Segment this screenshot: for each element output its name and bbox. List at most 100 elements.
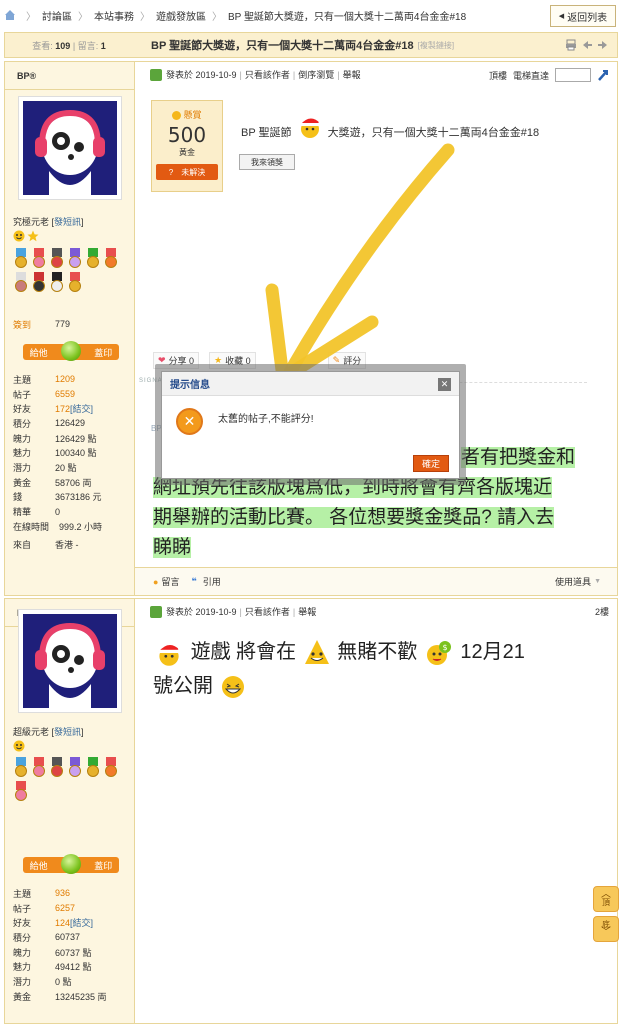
next-thread-icon[interactable] bbox=[597, 39, 609, 51]
stat-label: 來自 bbox=[13, 540, 32, 551]
stat-row: 錢 3673186 元 bbox=[13, 490, 102, 505]
rank-title: 超級元老 bbox=[13, 727, 50, 737]
send-message-link[interactable]: 發短訊 bbox=[54, 727, 81, 737]
user-stats: 主題 1209 帖子 6559 好友 172 [結交] 積分 126429 魄力 12642… bbox=[13, 372, 102, 552]
views-count: 109 bbox=[55, 40, 71, 51]
breadcrumb-item[interactable]: 討論區 bbox=[42, 8, 72, 23]
stat-value[interactable]: 6257 bbox=[55, 903, 75, 913]
body-segment: 12月21 bbox=[460, 641, 525, 663]
avatar[interactable] bbox=[18, 609, 122, 713]
medal-icon bbox=[49, 248, 65, 270]
floor-nav: 頂樓 電梯直達 bbox=[489, 68, 609, 82]
post-text: BP 聖誕節 大獎遊，只有一個大獎十二萬両4台金金#18 bbox=[241, 118, 539, 140]
stat-value[interactable]: 172 bbox=[55, 404, 70, 414]
stat-row: 黃金 58706 両 bbox=[13, 475, 102, 490]
stat-row: 積分 126429 bbox=[13, 416, 102, 431]
reward-status: 未解決 bbox=[181, 167, 206, 177]
give-stamp-bar: 給他 蓋印 bbox=[23, 341, 119, 361]
print-icon[interactable] bbox=[565, 39, 577, 51]
medal-icon bbox=[67, 272, 83, 294]
go-arrow-icon[interactable] bbox=[597, 69, 609, 81]
send-message-link[interactable]: 發短訊 bbox=[54, 217, 81, 227]
claim-reward-button[interactable]: 我來領獎 bbox=[239, 154, 295, 170]
floor-jump-input[interactable] bbox=[555, 68, 591, 82]
smiley-icon bbox=[13, 740, 25, 752]
quote-link[interactable]: 引用 bbox=[203, 575, 221, 588]
stamp-button[interactable]: 蓋印 bbox=[94, 346, 112, 359]
stat-row: 潛力 20 點 bbox=[13, 460, 102, 475]
question-icon: ? bbox=[168, 167, 174, 177]
stat-row: 在線時間 999.2 小時 bbox=[13, 519, 102, 534]
only-author-link[interactable]: 只看該作者 bbox=[245, 68, 290, 81]
copy-link[interactable]: [複製鏈接] bbox=[418, 40, 454, 51]
stat-label: 積分 bbox=[13, 418, 32, 429]
reverse-order-link[interactable]: 倒序瀏覽 bbox=[298, 68, 334, 81]
stat-value[interactable]: 936 bbox=[55, 888, 70, 898]
ghost-headphones-icon bbox=[35, 109, 105, 195]
jump-label: 電梯直達 bbox=[512, 70, 549, 81]
stat-label: 主題 bbox=[13, 374, 32, 385]
author-sidebar: BP® 究極元老 [發短訊] 簽到 779 給他 蓋印 主題 1209 帖子 6… bbox=[5, 62, 135, 595]
chevron-down-icon: ﹀ bbox=[601, 927, 611, 938]
report-link[interactable]: 舉報 bbox=[298, 605, 316, 618]
author-name[interactable]: BP® bbox=[5, 62, 134, 90]
confirm-button[interactable]: 確定 bbox=[413, 455, 449, 472]
meta-divider: | bbox=[239, 69, 242, 80]
meta-divider: | bbox=[292, 606, 296, 617]
body-segment: 無賭不歡 bbox=[337, 641, 418, 663]
post-meta: 發表於 2019-10-9 | 只看該作者 | 倒序瀏覽 | 舉報 bbox=[150, 68, 361, 81]
reply-link[interactable]: 留言 bbox=[161, 575, 179, 588]
body-line: 睇睇 bbox=[153, 537, 192, 558]
give-button[interactable]: 給他 bbox=[30, 346, 48, 359]
report-link[interactable]: 舉報 bbox=[343, 68, 361, 81]
stat-row: 好友 124 [結交] bbox=[13, 915, 107, 930]
stat-label: 魅力 bbox=[13, 448, 32, 459]
floor-number: 2樓 bbox=[594, 607, 609, 617]
replies-count: 1 bbox=[100, 40, 106, 51]
give-stamp-bar: 給他 蓋印 bbox=[23, 854, 119, 874]
use-tools-link[interactable]: 使用道具 bbox=[555, 575, 591, 588]
post-date: 發表於 2019-10-9 bbox=[166, 607, 237, 617]
medal-icon bbox=[13, 248, 29, 270]
dialog-message: 太舊的帖子,不能評分! bbox=[218, 414, 314, 425]
caret-left-icon: ◀ bbox=[558, 13, 565, 20]
stat-value[interactable]: 124 bbox=[55, 918, 70, 928]
post-date: 發表於 2019-10-9 bbox=[166, 70, 237, 80]
scroll-bottom-button[interactable]: 底 ﹀ bbox=[593, 916, 619, 942]
stat-value[interactable]: 6559 bbox=[55, 389, 75, 399]
medal-icon bbox=[67, 248, 83, 270]
thread-title-bar: 查看: 109 | 留言: 1 BP 聖誕節大獎遊，只有一個大獎十二萬両4台金金… bbox=[4, 32, 618, 58]
return-to-list-button[interactable]: ◀ 返回列表 bbox=[550, 5, 616, 27]
add-friend-link[interactable]: [結交] bbox=[70, 402, 93, 415]
medal-icon bbox=[31, 248, 47, 270]
breadcrumb-item[interactable]: BP 聖誕節大獎遊，只有一個大獎十二萬両4台金金#18 bbox=[228, 8, 466, 23]
stat-row: 積分 60737 bbox=[13, 930, 107, 945]
thread-stats: 查看: 109 | 留言: 1 bbox=[5, 39, 133, 52]
stamp-button[interactable]: 蓋印 bbox=[94, 859, 112, 872]
avatar[interactable] bbox=[18, 96, 122, 200]
stat-label: 帖子 bbox=[13, 389, 32, 400]
stat-label: 主題 bbox=[13, 888, 32, 899]
close-icon[interactable]: ✕ bbox=[438, 378, 451, 391]
give-button[interactable]: 給他 bbox=[30, 859, 48, 872]
add-friend-link[interactable]: [結交] bbox=[70, 916, 93, 929]
home-icon[interactable] bbox=[4, 9, 16, 21]
online-status-icon bbox=[150, 68, 162, 81]
stat-value: 60737 bbox=[55, 932, 81, 943]
stat-value: 60737 點 bbox=[55, 947, 92, 958]
breadcrumb-item[interactable]: 遊戲發放區 bbox=[156, 8, 206, 23]
only-author-link[interactable]: 只看該作者 bbox=[245, 605, 290, 618]
avatar-image bbox=[23, 101, 117, 195]
stat-label: 魄力 bbox=[13, 433, 32, 444]
prev-thread-icon[interactable] bbox=[581, 39, 593, 51]
user-rank: 超級元老 [發短訊] bbox=[13, 727, 84, 737]
santa-emoji-icon bbox=[299, 118, 324, 139]
scroll-top-button[interactable]: ︿ 頂 bbox=[593, 886, 619, 912]
breadcrumb-item[interactable]: 本站事務 bbox=[94, 8, 134, 23]
quote-icon: ❝ bbox=[191, 576, 197, 586]
stat-row: 潛力 0 點 bbox=[13, 974, 107, 989]
stat-label: 魄力 bbox=[13, 947, 32, 958]
stat-value[interactable]: 1209 bbox=[55, 374, 75, 384]
stat-value: 126429 點 bbox=[55, 433, 97, 444]
stat-label: 好友 bbox=[13, 404, 32, 415]
